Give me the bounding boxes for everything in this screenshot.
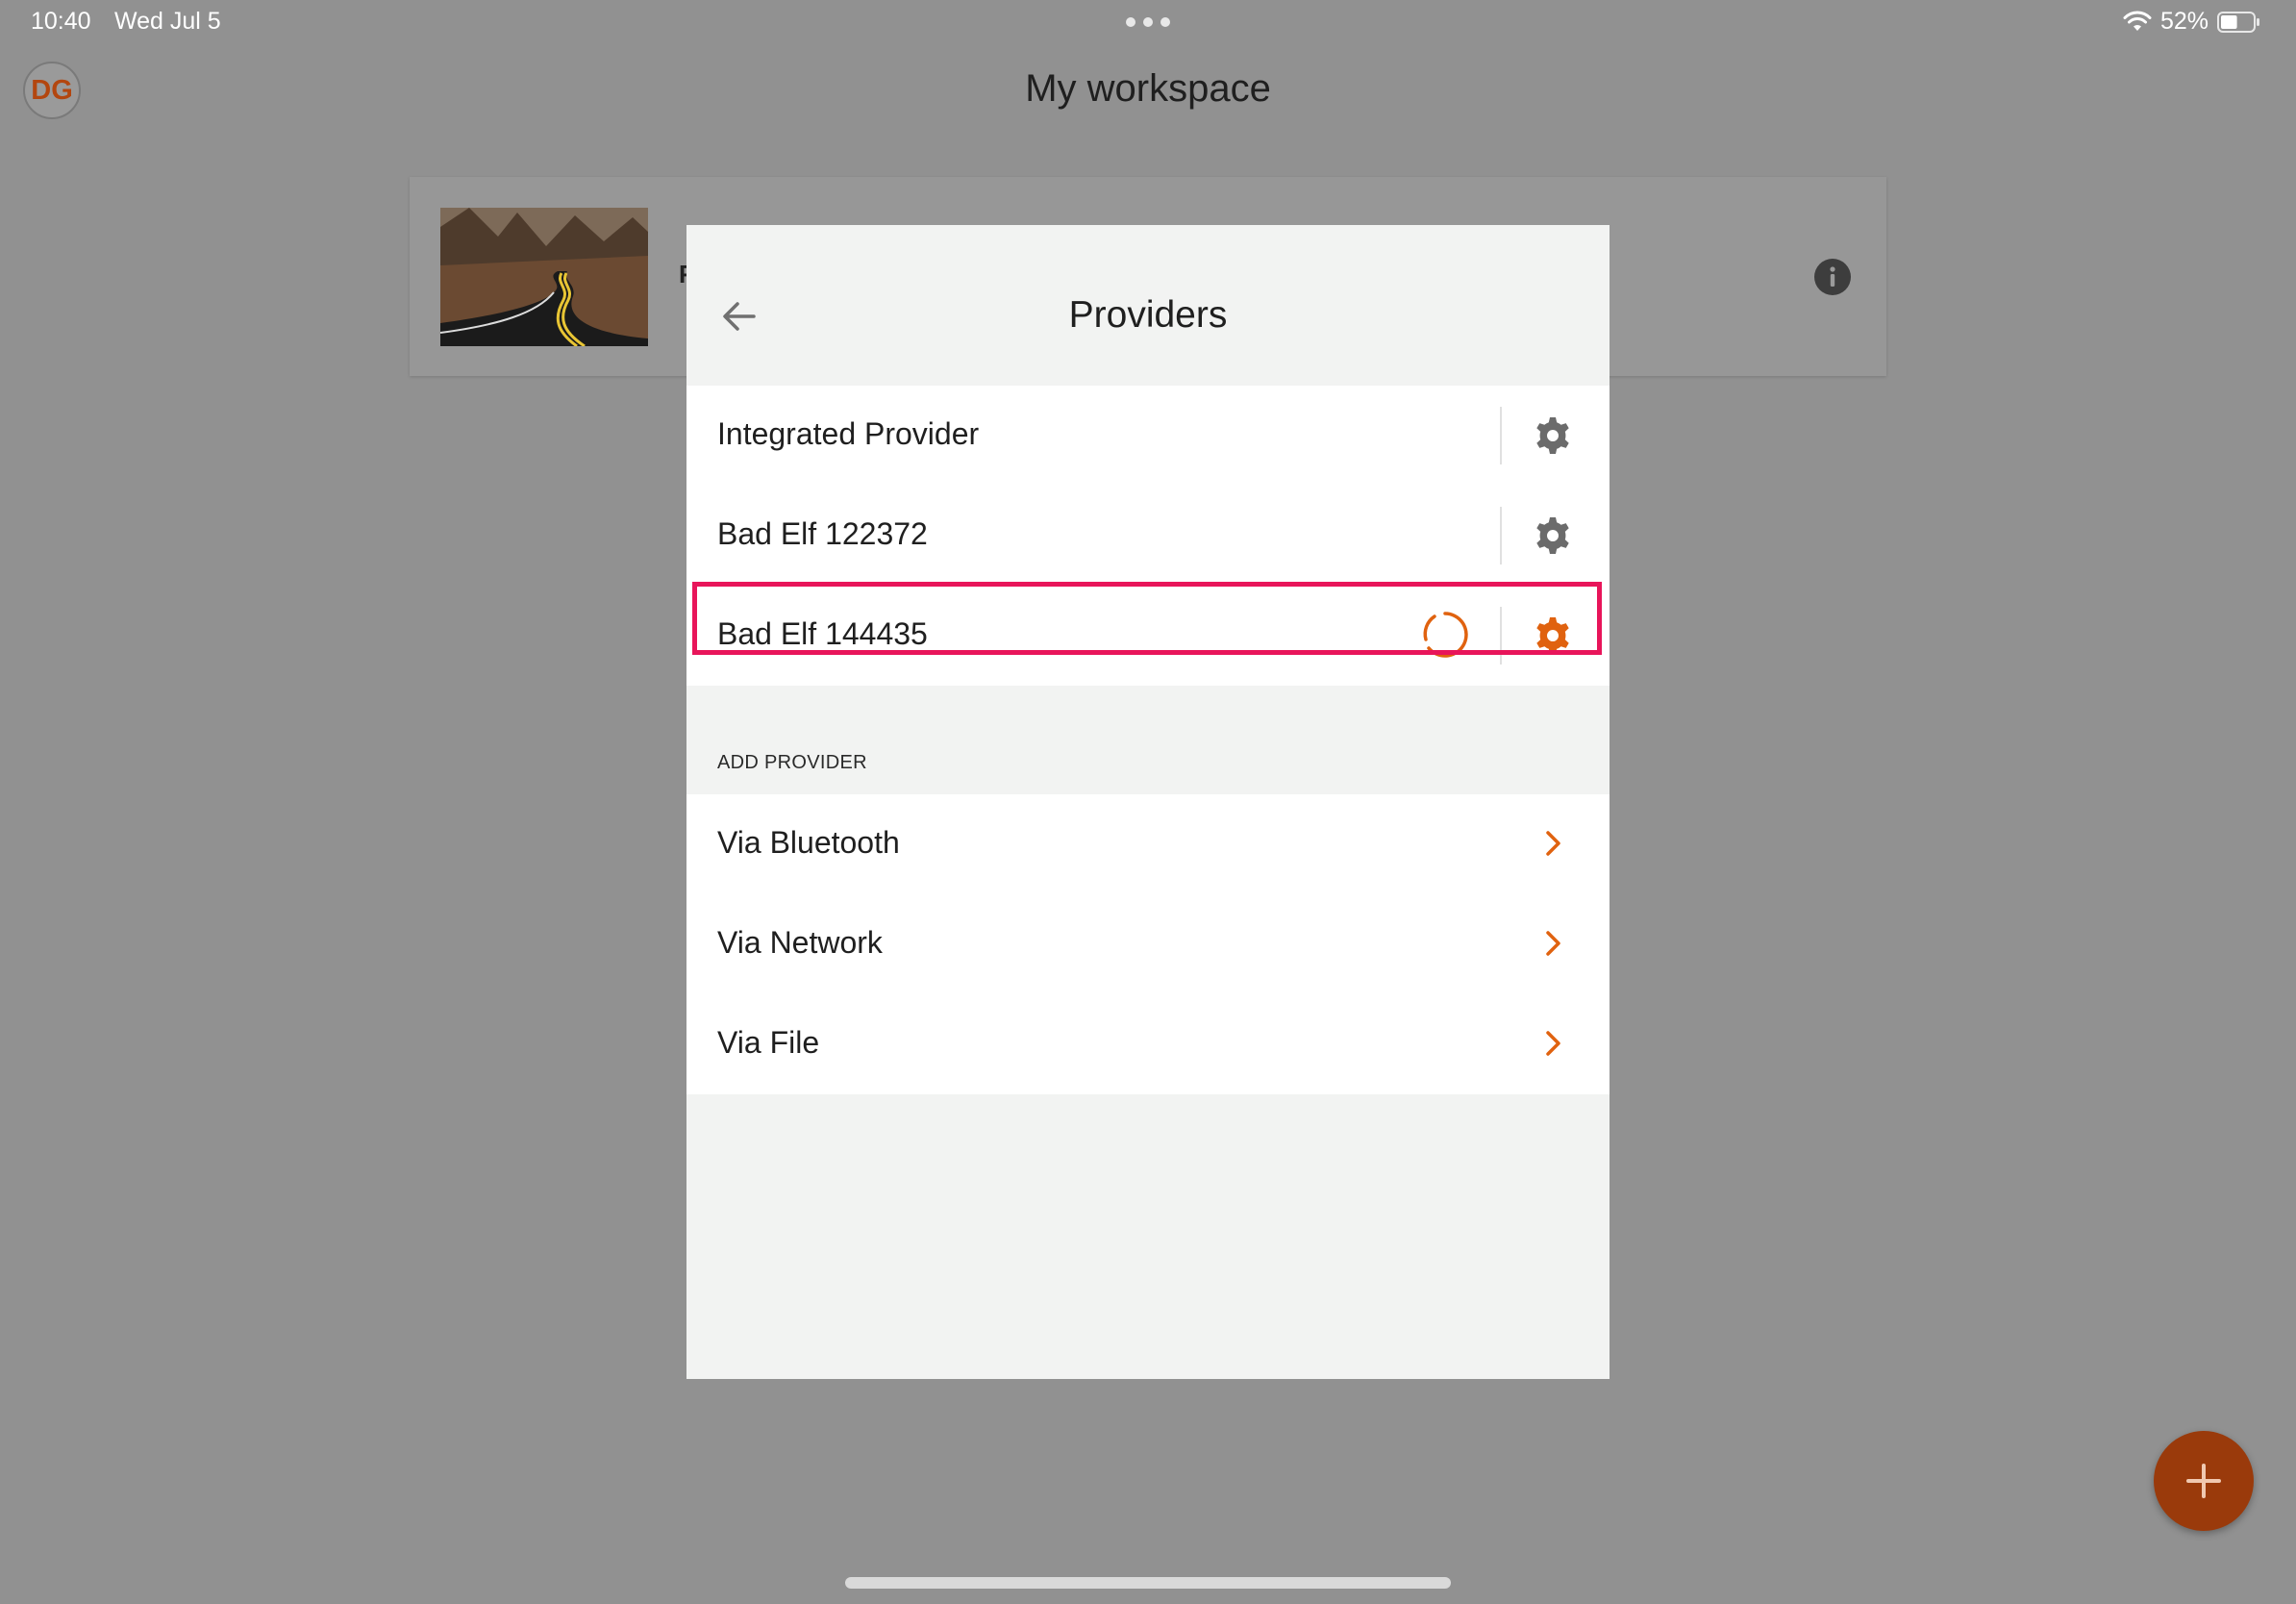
chevron-right-icon (1546, 931, 1560, 956)
page-title: My workspace (1025, 67, 1271, 110)
add-option-bluetooth[interactable]: Via Bluetooth (686, 794, 1610, 894)
provider-label: Bad Elf 144435 (717, 616, 928, 651)
wifi-icon (2123, 11, 2152, 31)
provider-row[interactable]: Integrated Provider (686, 386, 1610, 486)
provider-list: Integrated Provider Bad Elf 122372 Bad E… (686, 386, 1610, 686)
option-label: Via Bluetooth (717, 825, 900, 860)
multitasking-dots-icon[interactable] (1126, 17, 1170, 27)
status-bar: 10:40 Wed Jul 5 52% (0, 0, 2296, 46)
provider-label: Integrated Provider (717, 416, 980, 451)
modal-header: Providers (686, 225, 1610, 386)
section-header: ADD PROVIDER (717, 752, 867, 773)
gear-icon[interactable] (1533, 615, 1573, 656)
loading-spinner-icon (1423, 612, 1468, 658)
battery-icon (2217, 12, 2259, 33)
add-provider-list: Via Bluetooth Via Network Via File (686, 794, 1610, 1094)
divider (1500, 607, 1502, 664)
add-option-network[interactable]: Via Network (686, 894, 1610, 994)
status-time: 10:40 (31, 8, 91, 35)
divider (1500, 407, 1502, 464)
divider (1500, 507, 1502, 564)
providers-modal: Providers Integrated Provider Bad Elf 12… (686, 225, 1610, 1379)
provider-label: Bad Elf 122372 (717, 516, 928, 551)
option-label: Via Network (717, 925, 883, 960)
gear-icon[interactable] (1533, 515, 1573, 556)
plus-icon (2186, 1464, 2221, 1498)
provider-row[interactable]: Bad Elf 122372 (686, 486, 1610, 586)
add-button[interactable] (2154, 1431, 2254, 1531)
chevron-right-icon (1546, 831, 1560, 856)
info-icon[interactable] (1813, 258, 1852, 296)
workspace-thumbnail (440, 208, 648, 346)
gear-icon[interactable] (1533, 415, 1573, 456)
home-indicator[interactable] (845, 1577, 1451, 1589)
option-label: Via File (717, 1025, 820, 1060)
provider-row-selected[interactable]: Bad Elf 144435 (686, 582, 1610, 686)
status-date: Wed Jul 5 (114, 8, 221, 35)
modal-title: Providers (1068, 294, 1228, 336)
add-option-file[interactable]: Via File (686, 994, 1610, 1094)
chevron-right-icon (1546, 1031, 1560, 1056)
battery-percent: 52% (2160, 8, 2209, 35)
